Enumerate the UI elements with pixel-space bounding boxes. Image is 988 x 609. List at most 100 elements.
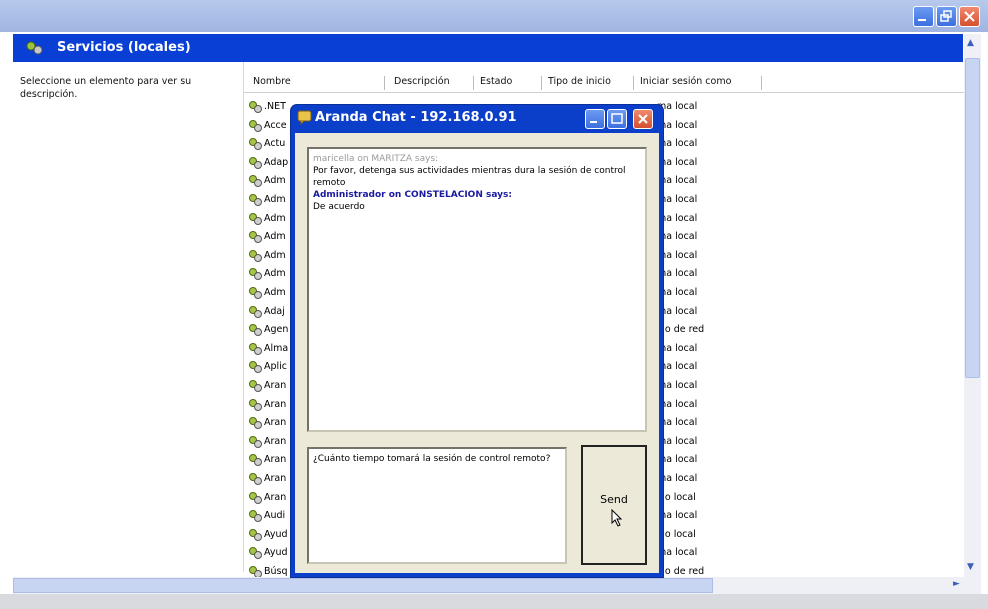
close-button[interactable]	[959, 6, 980, 27]
chat-maximize-button[interactable]	[607, 109, 627, 129]
service-gear-icon	[249, 175, 262, 188]
service-gear-icon	[249, 212, 262, 225]
chat-body: maricella on MARITZA says: Por favor, de…	[295, 133, 659, 573]
service-name: Agen	[264, 324, 289, 336]
service-logon: ma local	[657, 361, 698, 373]
send-button[interactable]: Send	[581, 445, 647, 565]
chat-window[interactable]: Aranda Chat - 192.168.0.91 maricella on …	[291, 105, 663, 577]
description-hint: Seleccione un elemento para ver su descr…	[20, 76, 192, 100]
service-logon: cio de red	[657, 324, 705, 336]
service-name: Alma	[264, 342, 289, 354]
service-gear-icon	[249, 380, 262, 392]
service-logon: ma local	[657, 305, 698, 317]
service-name: Ayud	[264, 528, 288, 540]
vertical-scroll-thumb[interactable]	[965, 58, 980, 378]
chat-message-header: Administrador on CONSTELACION says:	[313, 190, 512, 200]
service-logon: ma local	[657, 101, 698, 112]
service-logon: ma local	[657, 175, 698, 187]
service-logon: ma local	[657, 417, 698, 429]
service-gear-icon	[249, 101, 262, 113]
column-header-status[interactable]: Estado	[476, 76, 542, 90]
chat-message-input[interactable]: ¿Cuánto tiempo tomará la sesión de contr…	[307, 447, 567, 564]
chat-close-button[interactable]	[633, 109, 653, 129]
column-headers: Nombre Descripción Estado Tipo de inicio…	[244, 72, 964, 93]
horizontal-scrollbar[interactable]: ►	[13, 577, 981, 594]
chat-history[interactable]: maricella on MARITZA says: Por favor, de…	[307, 147, 647, 432]
service-logon: ma local	[657, 156, 698, 168]
service-name: Aran	[264, 398, 287, 410]
minimize-icon	[590, 121, 597, 123]
service-name: .NET	[264, 101, 286, 112]
horizontal-scroll-thumb[interactable]	[13, 578, 713, 593]
scroll-up-icon[interactable]: ▲	[967, 38, 974, 48]
service-name: Adm	[264, 287, 286, 298]
service-gear-icon	[249, 138, 262, 151]
restore-icon	[940, 10, 952, 22]
close-icon	[638, 114, 648, 124]
service-name: Actu	[264, 138, 286, 150]
scroll-down-icon[interactable]: ▼	[967, 562, 974, 572]
service-logon: ma local	[657, 380, 698, 391]
service-logon: ma local	[657, 510, 698, 522]
description-pane: Seleccione un elemento para ver su descr…	[13, 62, 244, 572]
minimize-button[interactable]	[913, 6, 934, 27]
chat-minimize-button[interactable]	[585, 109, 605, 129]
service-logon: ma local	[657, 194, 698, 205]
service-logon: ma local	[657, 268, 698, 280]
send-button-label: Send	[600, 493, 628, 506]
service-gear-icon	[249, 473, 262, 485]
service-logon: ma local	[657, 454, 698, 466]
minimize-icon	[918, 19, 926, 21]
service-name: Aran	[264, 435, 287, 447]
service-name: Búsq	[264, 566, 288, 577]
service-gear-icon	[249, 454, 262, 467]
column-header-log-on-as[interactable]: Iniciar sesión como	[636, 76, 762, 90]
service-name: Aran	[264, 380, 287, 391]
service-gear-icon	[249, 268, 262, 281]
chat-message-text: Por favor, detenga sus actividades mient…	[313, 166, 626, 188]
service-logon: ma local	[657, 287, 698, 298]
service-name: Aplic	[264, 361, 288, 373]
service-gear-icon	[249, 342, 262, 355]
column-header-name[interactable]: Nombre	[249, 76, 385, 90]
service-name: Ayud	[264, 547, 288, 559]
service-logon: ma local	[657, 249, 698, 261]
service-gear-icon	[249, 417, 262, 430]
service-gear-icon	[249, 287, 262, 299]
service-gear-icon	[249, 547, 262, 560]
service-gear-icon	[249, 156, 262, 169]
service-gear-icon	[249, 119, 262, 132]
close-icon	[964, 11, 975, 22]
maximize-icon	[611, 113, 623, 124]
service-gear-icon	[249, 194, 262, 206]
service-logon: ma local	[657, 231, 698, 243]
vertical-scrollbar[interactable]: ▲ ▼	[964, 34, 981, 577]
service-logon: ma local	[657, 435, 698, 447]
service-logon: ma local	[657, 212, 698, 224]
restore-button[interactable]	[936, 6, 957, 27]
service-gear-icon	[249, 528, 262, 541]
service-logon: ma local	[657, 119, 698, 131]
chat-message-text: De acuerdo	[313, 202, 365, 212]
panel-header: Servicios (locales)	[13, 34, 963, 62]
service-name: Adm	[264, 175, 286, 187]
service-logon: ma local	[657, 473, 698, 484]
service-name: Adap	[264, 156, 289, 168]
chat-app-icon	[297, 110, 312, 125]
service-gear-icon	[249, 249, 262, 262]
service-gear-icon	[249, 231, 262, 244]
column-header-startup-type[interactable]: Tipo de inicio	[544, 76, 634, 90]
service-name: Acce	[264, 119, 287, 131]
service-logon: ma local	[657, 138, 698, 150]
service-name: Aran	[264, 417, 287, 429]
service-name: Aran	[264, 454, 287, 466]
service-name: Adm	[264, 268, 286, 280]
scroll-right-icon[interactable]: ►	[953, 579, 960, 589]
service-name: Adm	[264, 212, 286, 224]
service-name: Adaj	[264, 305, 285, 317]
service-gear-icon	[249, 305, 262, 318]
service-name: Aran	[264, 491, 287, 503]
services-icon	[26, 41, 43, 55]
service-name: Adm	[264, 249, 286, 261]
column-header-description[interactable]: Descripción	[390, 76, 474, 90]
